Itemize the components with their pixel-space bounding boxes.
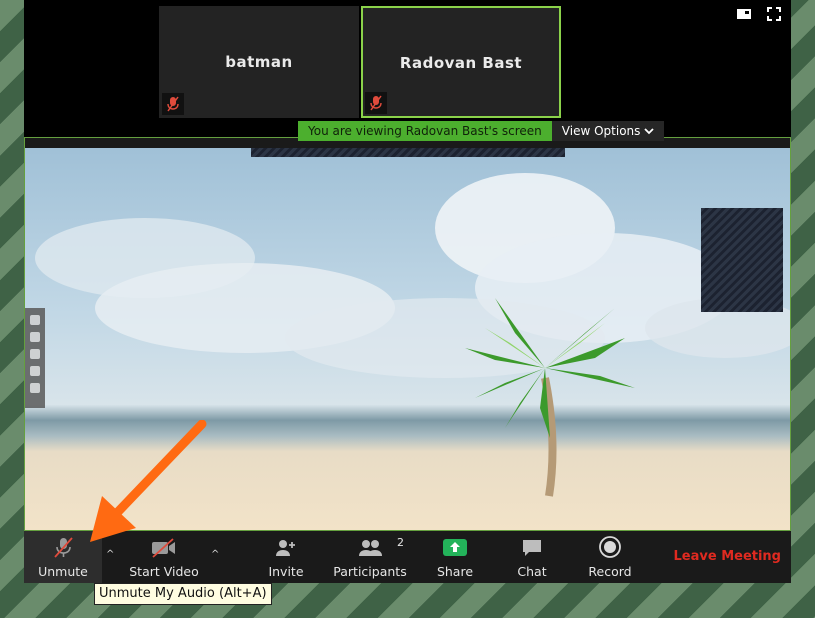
remote-window: [701, 208, 783, 312]
view-options-label: View Options: [561, 124, 641, 138]
remote-dock: [25, 308, 45, 408]
video-options-chevron-icon[interactable]: ^: [211, 549, 219, 560]
chat-icon: [523, 540, 541, 556]
add-user-icon: [276, 540, 295, 556]
participant-count-badge: 2: [397, 536, 404, 549]
record-label: Record: [588, 564, 632, 579]
invite-button[interactable]: Invite: [260, 531, 312, 583]
participant-tile-batman[interactable]: batman: [159, 6, 359, 118]
participants-icon: [359, 540, 382, 556]
fullscreen-icon[interactable]: [767, 6, 781, 21]
participant-name: batman: [225, 53, 293, 71]
unmute-tooltip: Unmute My Audio (Alt+A): [94, 583, 272, 605]
mic-muted-icon: [54, 537, 73, 558]
record-icon: [599, 536, 621, 558]
screen-share-banner: You are viewing Radovan Bast's screen Vi…: [298, 121, 665, 141]
viewing-screen-label: You are viewing Radovan Bast's screen: [298, 121, 552, 141]
view-options-button[interactable]: View Options: [551, 121, 665, 141]
participant-name: Radovan Bast: [399, 54, 523, 72]
gallery-view-icon[interactable]: [737, 6, 751, 20]
participant-tile-radovan-bast[interactable]: Radovan Bast: [361, 6, 561, 118]
leave-meeting-button[interactable]: Leave Meeting: [674, 549, 782, 564]
record-button[interactable]: Record: [584, 531, 636, 583]
share-button[interactable]: Share: [430, 531, 480, 583]
invite-label: Invite: [268, 564, 304, 579]
share-screen-icon: [443, 539, 467, 556]
chat-label: Chat: [517, 564, 547, 579]
unmute-label: Unmute: [38, 564, 88, 579]
annotation-arrow: [90, 420, 207, 542]
audio-options-chevron-icon[interactable]: ^: [106, 549, 114, 560]
mic-muted-icon: [162, 93, 184, 115]
mic-muted-icon: [365, 92, 387, 114]
share-label: Share: [436, 564, 474, 579]
start-video-label: Start Video: [129, 564, 199, 579]
chevron-down-icon: [644, 121, 655, 141]
chat-button[interactable]: Chat: [510, 531, 554, 583]
participants-label: Participants: [333, 564, 407, 579]
